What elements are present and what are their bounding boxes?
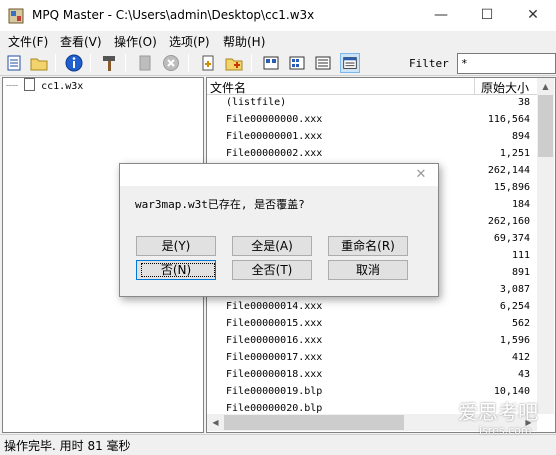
watermark-text: 爱思考吧 <box>458 400 538 424</box>
list-item-name[interactable]: File00000017.xxx <box>226 352 322 363</box>
file-icon <box>24 78 36 91</box>
list-item-name[interactable]: File00000001.xxx <box>226 131 322 142</box>
horizontal-scroll-thumb[interactable] <box>224 415 404 430</box>
dialog-title-bar <box>120 164 438 186</box>
list-item-name[interactable]: File00000002.xxx <box>226 148 322 159</box>
view-large-icons-icon[interactable] <box>261 53 281 73</box>
list-item-name[interactable]: File00000019.blp <box>226 386 322 397</box>
window-title: MPQ Master - C:\Users\admin\Desktop\cc1.… <box>32 8 315 22</box>
minimize-button[interactable]: — <box>418 0 464 31</box>
no-to-all-button[interactable]: 全否(T) <box>232 260 312 280</box>
list-item-name[interactable]: File00000014.xxx <box>226 301 322 312</box>
mpq-app-icon <box>8 8 24 24</box>
toolbar-separator <box>55 54 56 72</box>
column-header-size[interactable]: 原始大小 <box>481 79 529 96</box>
list-item-size: 184 <box>511 199 530 210</box>
hammer-icon[interactable] <box>99 53 119 73</box>
dialog-message: war3map.w3t已存在, 是否覆盖? <box>135 198 305 211</box>
list-item-size: 3,087 <box>499 284 530 295</box>
list-item-name[interactable]: (listfile) <box>226 97 286 108</box>
list-item-size: 43 <box>517 369 530 380</box>
list-item-size: 15,896 <box>493 182 530 193</box>
list-item-name[interactable]: File00000016.xxx <box>226 335 322 346</box>
status-text: 操作完毕. 用时 81 毫秒 <box>4 439 131 453</box>
list-item-size: 116,564 <box>487 114 530 125</box>
tree-connector: ┄┄ <box>6 81 19 92</box>
filter-input[interactable] <box>457 53 556 74</box>
disabled-cancel-icon[interactable] <box>161 53 181 73</box>
list-item-size: 1,596 <box>499 335 530 346</box>
add-folder-icon[interactable] <box>224 53 244 73</box>
list-item-name[interactable]: File00000018.xxx <box>226 369 322 380</box>
info-icon[interactable] <box>64 53 84 73</box>
open-folder-icon[interactable] <box>29 53 49 73</box>
yes-to-all-button[interactable]: 全是(A) <box>232 236 312 256</box>
disabled-doc-icon[interactable] <box>135 53 155 73</box>
list-item-size: 111 <box>511 250 530 261</box>
menu-operation[interactable]: 操作(O) <box>114 33 157 50</box>
menu-view[interactable]: 查看(V) <box>60 33 102 50</box>
menu-file[interactable]: 文件(F) <box>8 33 48 50</box>
list-item-size: 6,254 <box>499 301 530 312</box>
close-window-button[interactable]: ✕ <box>510 0 556 31</box>
filter-label: Filter <box>409 57 449 70</box>
list-item-size: 262,160 <box>487 216 530 227</box>
list-item-name[interactable]: File00000000.xxx <box>226 114 322 125</box>
vertical-scroll-thumb[interactable] <box>538 95 553 157</box>
view-list-icon[interactable] <box>313 53 333 73</box>
focus-rectangle <box>141 263 215 277</box>
menu-help[interactable]: 帮助(H) <box>223 33 265 50</box>
new-file-icon[interactable] <box>4 53 24 73</box>
dialog-close-button[interactable]: ✕ <box>410 164 432 186</box>
watermark-url: isres.com <box>479 424 532 437</box>
view-details-icon[interactable] <box>340 53 360 73</box>
column-header-name[interactable]: 文件名 <box>210 79 246 96</box>
view-small-icons-icon[interactable] <box>287 53 307 73</box>
menu-options[interactable]: 选项(P) <box>169 33 210 50</box>
list-item-size: 262,144 <box>487 165 530 176</box>
toolbar-separator <box>125 54 126 72</box>
toolbar-separator <box>90 54 91 72</box>
maximize-button[interactable]: ☐ <box>464 0 510 31</box>
add-file-icon[interactable] <box>198 53 218 73</box>
list-item-name[interactable]: File00000015.xxx <box>226 318 322 329</box>
column-divider[interactable] <box>474 78 475 95</box>
scroll-left-icon[interactable]: ◀ <box>208 415 223 430</box>
toolbar-separator <box>251 54 252 72</box>
list-item-size: 38 <box>517 97 530 108</box>
list-item-size: 894 <box>511 131 530 142</box>
list-item-size: 891 <box>511 267 530 278</box>
tree-node-label: cc1.w3x <box>41 81 84 92</box>
scroll-up-icon[interactable]: ▲ <box>538 79 553 94</box>
toolbar-separator <box>188 54 189 72</box>
yes-button[interactable]: 是(Y) <box>136 236 216 256</box>
list-item-size: 69,374 <box>493 233 530 244</box>
list-item-size: 412 <box>511 352 530 363</box>
rename-button[interactable]: 重命名(R) <box>328 236 408 256</box>
cancel-button[interactable]: 取消 <box>328 260 408 280</box>
list-item-size: 562 <box>511 318 530 329</box>
list-item-name[interactable]: File00000020.blp <box>226 403 322 413</box>
tree-node-archive[interactable]: ┄┄ cc1.w3x <box>6 78 83 92</box>
list-item-size: 1,251 <box>499 148 530 159</box>
